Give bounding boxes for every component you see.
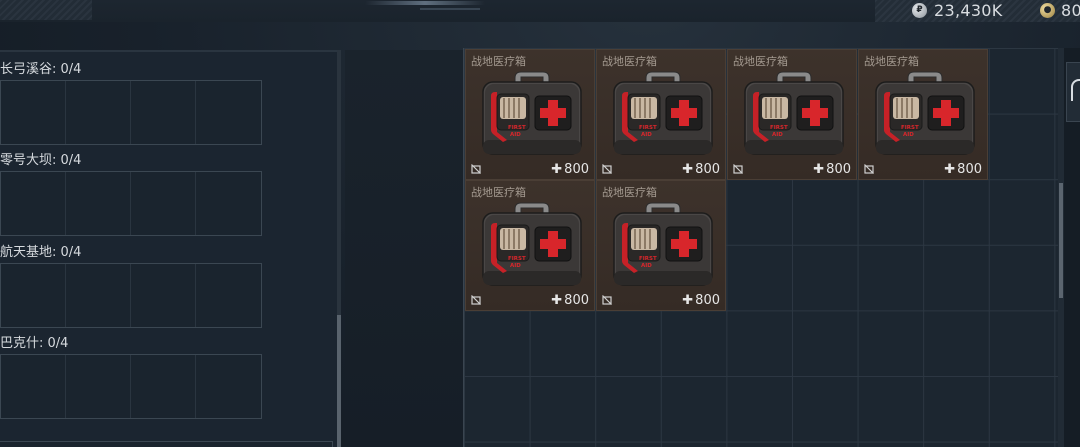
stash-item[interactable]: 战地医疗箱 FIRST AID ✚ 800 [596,180,726,311]
item-quantity: ✚ 800 [813,162,851,177]
gold-coin-icon: ● [1040,3,1055,18]
svg-text:FIRST: FIRST [770,125,788,131]
svg-text:AID: AID [903,132,914,138]
item-name: 战地医疗箱 [471,55,526,68]
next-map-slots[interactable] [0,441,333,447]
plus-icon: ✚ [682,293,694,308]
top-glare [365,1,485,5]
first-aid-kit-icon: FIRST AID [613,202,713,286]
gold-amount: 80 [1061,1,1080,20]
map-label: 巴克什: 0/4 [0,336,69,351]
background-gap [345,50,463,447]
no-trade-icon [864,164,874,174]
side-tab-icon [1071,79,1080,101]
silver-coin-icon: ₽ [912,3,927,18]
svg-text:AID: AID [641,263,652,269]
svg-text:FIRST: FIRST [639,256,657,262]
first-aid-kit-icon: FIRST AID [482,202,582,286]
map-slots[interactable] [0,354,262,419]
no-trade-icon [471,164,481,174]
no-trade-icon [602,164,612,174]
stash-scrollbar-thumb[interactable] [1059,183,1063,298]
top-glare-secondary [420,8,480,10]
item-quantity: ✚ 800 [682,162,720,177]
map-slots[interactable] [0,80,262,145]
item-quantity-value: 800 [957,162,982,177]
item-name: 战地医疗箱 [733,55,788,68]
svg-text:AID: AID [510,263,521,269]
plus-icon: ✚ [813,162,825,177]
map-slots[interactable] [0,171,262,236]
stash-item[interactable]: 战地医疗箱 FIRST AID ✚ 800 [727,49,857,180]
item-quantity-value: 800 [695,293,720,308]
top-left-tab[interactable] [0,0,92,20]
silver-amount: 23,430K [934,1,1003,20]
svg-text:AID: AID [641,132,652,138]
item-quantity-value: 800 [826,162,851,177]
no-trade-icon [471,295,481,305]
first-aid-kit-icon: FIRST AID [482,71,582,155]
item-name: 战地医疗箱 [602,55,657,68]
plus-icon: ✚ [551,162,563,177]
svg-text:FIRST: FIRST [639,125,657,131]
svg-text:FIRST: FIRST [508,125,526,131]
first-aid-kit-icon: FIRST AID [744,71,844,155]
plus-icon: ✚ [682,162,694,177]
stash-item[interactable]: 战地医疗箱 FIRST AID ✚ 800 [465,49,595,180]
map-label: 零号大坝: 0/4 [0,153,82,168]
item-quantity: ✚ 800 [551,162,589,177]
item-quantity: ✚ 800 [944,162,982,177]
item-name: 战地医疗箱 [864,55,919,68]
map-slots[interactable] [0,263,262,328]
stash-item[interactable]: 战地医疗箱 FIRST AID ✚ 800 [465,180,595,311]
stash-item[interactable]: 战地医疗箱 FIRST AID ✚ 800 [858,49,988,180]
plus-icon: ✚ [551,293,563,308]
map-storage-panel: 长弓溪谷: 0/4 零号大坝: 0/4 航天基地: 0/4 巴克什: 0/4 [0,50,338,447]
left-scrollbar-thumb[interactable] [337,315,341,447]
first-aid-kit-icon: FIRST AID [875,71,975,155]
left-scrollbar[interactable] [337,50,341,447]
item-quantity-value: 800 [564,293,589,308]
svg-text:AID: AID [772,132,783,138]
map-label: 长弓溪谷: 0/4 [0,62,82,77]
plus-icon: ✚ [944,162,956,177]
svg-text:AID: AID [510,132,521,138]
stash-screen: ₽ 23,430K ● 80 长弓溪谷: 0/4 零号大坝: 0/4 航天基地:… [0,0,1080,447]
item-quantity-value: 800 [564,162,589,177]
side-tab[interactable] [1066,62,1080,122]
item-name: 战地医疗箱 [602,186,657,199]
first-aid-kit-icon: FIRST AID [613,71,713,155]
item-name: 战地医疗箱 [471,186,526,199]
svg-text:FIRST: FIRST [901,125,919,131]
map-label: 航天基地: 0/4 [0,245,82,260]
no-trade-icon [602,295,612,305]
item-quantity-value: 800 [695,162,720,177]
item-quantity: ✚ 800 [682,293,720,308]
stash-item[interactable]: 战地医疗箱 FIRST AID ✚ 800 [596,49,726,180]
svg-text:FIRST: FIRST [508,256,526,262]
no-trade-icon [733,164,743,174]
item-quantity: ✚ 800 [551,293,589,308]
